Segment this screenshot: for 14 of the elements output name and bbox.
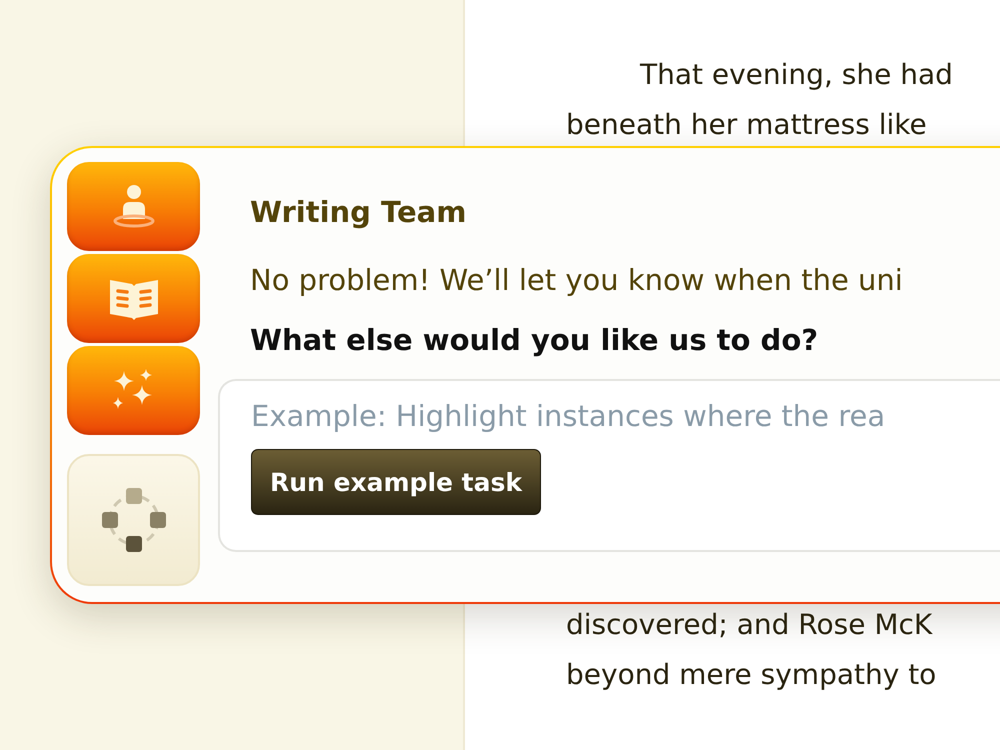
panel-title: Writing Team	[250, 195, 468, 229]
tool-button[interactable]	[67, 346, 200, 435]
tool-button[interactable]	[67, 254, 200, 343]
person-icon	[112, 182, 156, 230]
prompt-question: What else would you like us to do?	[250, 323, 820, 357]
task-input-field[interactable]: Example: Highlight instances where the rea Run example task	[218, 379, 1000, 552]
tool-button[interactable]	[67, 454, 200, 586]
document-text-line: That evening, she had	[638, 57, 954, 93]
tool-button[interactable]	[67, 162, 200, 251]
document-text-line: discovered; and Rose McK	[566, 607, 934, 643]
document-text-line: beyond mere sympathy to	[566, 657, 938, 693]
assistant-message: No problem! We’ll let you know when the uni	[250, 263, 904, 297]
run-example-task-button[interactable]: Run example task	[251, 449, 542, 515]
document-text-line: beneath her mattress like	[566, 107, 928, 143]
